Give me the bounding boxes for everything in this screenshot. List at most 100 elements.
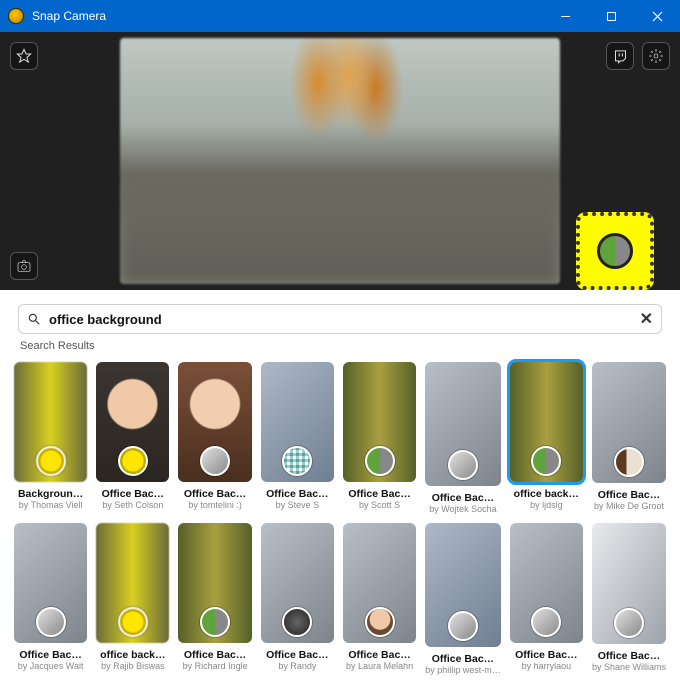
app-icon [8, 8, 24, 24]
lens-title: Office Bac… [592, 489, 666, 501]
lens-title: office back… [96, 649, 169, 661]
lens-title: Office Bac… [261, 488, 334, 500]
lens-card[interactable]: Office Bac…by Scott S [343, 362, 416, 514]
lens-mini-icon [365, 446, 395, 476]
search-bar: ✕ [18, 304, 662, 334]
lens-title: Office Bac… [178, 488, 251, 500]
lens-mini-icon [200, 607, 230, 637]
lens-author: by harrylaou [510, 661, 583, 671]
lens-title: Office Bac… [510, 649, 583, 661]
lens-card[interactable]: Office Bac…by Seth Colson [96, 362, 169, 514]
lens-mini-icon [282, 607, 312, 637]
lens-thumbnail[interactable] [261, 523, 334, 643]
lens-author: by Richard Ingle [178, 661, 251, 671]
twitch-icon [613, 49, 628, 64]
lens-card[interactable]: Office Bac…by Randy [261, 523, 334, 675]
lens-thumbnail[interactable] [343, 362, 416, 482]
lens-title: Office Bac… [425, 653, 501, 665]
lens-card[interactable]: Office Bac…by Wojtek Socha [425, 362, 501, 514]
window-title: Snap Camera [32, 9, 106, 23]
lens-author: by Thomas Viell [14, 500, 87, 510]
camera-icon [16, 258, 32, 274]
lens-mini-icon [614, 608, 644, 638]
lens-card[interactable]: Office Bac…by Mike De Groot [592, 362, 666, 514]
lens-mini-icon [36, 607, 66, 637]
camera-preview-area [0, 32, 680, 290]
lens-card[interactable]: Office Bac…by Steve S [261, 362, 334, 514]
twitch-button[interactable] [606, 42, 634, 70]
lens-thumbnail[interactable] [510, 362, 583, 482]
lens-title: Office Bac… [343, 488, 416, 500]
lens-author: by Seth Colson [96, 500, 169, 510]
snapcode[interactable] [576, 212, 654, 290]
lens-mini-icon [448, 611, 478, 641]
lens-title: Office Bac… [261, 649, 334, 661]
lens-card[interactable]: Office Bac…by harrylaou [510, 523, 583, 675]
lens-card[interactable]: Office Bac…by Shane Williams [592, 523, 666, 675]
lens-author: by Rajib Biswas [96, 661, 169, 671]
lens-thumbnail[interactable] [343, 523, 416, 643]
lens-title: Backgroun… [14, 488, 87, 500]
clear-search-button[interactable]: ✕ [640, 309, 653, 329]
lens-author: by phillip west-m… [425, 665, 501, 675]
snapcode-avatar [597, 233, 633, 269]
lens-thumbnail[interactable] [178, 362, 251, 482]
lens-card[interactable]: Office Bac…by Laura Melahn [343, 523, 416, 675]
lens-mini-icon [448, 450, 478, 480]
lens-card[interactable]: Backgroun…by Thomas Viell [14, 362, 87, 514]
lens-title: Office Bac… [96, 488, 169, 500]
screenshot-button[interactable] [10, 252, 38, 280]
lens-title: Office Bac… [178, 649, 251, 661]
settings-button[interactable] [642, 42, 670, 70]
lens-mini-icon [200, 446, 230, 476]
lens-author: by tomtelini :) [178, 500, 251, 510]
lens-author: by Laura Melahn [343, 661, 416, 671]
lens-mini-icon [365, 607, 395, 637]
lens-thumbnail[interactable] [425, 523, 501, 647]
window-titlebar: Snap Camera [0, 0, 680, 32]
maximize-button[interactable] [588, 0, 634, 32]
lens-author: by Steve S [261, 500, 334, 510]
lens-card[interactable]: Office Bac…by Jacques Wait [14, 523, 87, 675]
lens-thumbnail[interactable] [261, 362, 334, 482]
lens-mini-icon [614, 447, 644, 477]
lens-thumbnail[interactable] [96, 523, 169, 643]
star-icon [16, 48, 32, 64]
favorite-button[interactable] [10, 42, 38, 70]
lens-author: by ljdsig [510, 500, 583, 510]
lens-title: Office Bac… [343, 649, 416, 661]
lens-thumbnail[interactable] [425, 362, 501, 486]
lens-card[interactable]: Office Bac…by Richard Ingle [178, 523, 251, 675]
lens-author: by Shane Williams [592, 662, 666, 672]
lens-card[interactable]: office back…by ljdsig [510, 362, 583, 514]
lens-thumbnail[interactable] [592, 523, 666, 644]
lens-mini-icon [118, 446, 148, 476]
lens-thumbnail[interactable] [592, 362, 666, 483]
lens-author: by Randy [261, 661, 334, 671]
lens-thumbnail[interactable] [14, 362, 87, 482]
lens-thumbnail[interactable] [178, 523, 251, 643]
lens-author: by Jacques Wait [14, 661, 87, 671]
lens-title: Office Bac… [425, 492, 501, 504]
camera-preview [120, 38, 560, 284]
search-input[interactable] [49, 312, 632, 327]
lens-mini-icon [118, 607, 148, 637]
lens-thumbnail[interactable] [510, 523, 583, 643]
lens-results: Backgroun…by Thomas ViellOffice Bac…by S… [0, 356, 680, 700]
lens-thumbnail[interactable] [14, 523, 87, 643]
search-icon [27, 312, 41, 326]
lens-author: by Scott S [343, 500, 416, 510]
lens-card[interactable]: office back…by Rajib Biswas [96, 523, 169, 675]
lens-title: office back… [510, 488, 583, 500]
lens-card[interactable]: Office Bac…by phillip west-m… [425, 523, 501, 675]
lens-title: Office Bac… [14, 649, 87, 661]
lens-mini-icon [282, 446, 312, 476]
lens-thumbnail[interactable] [96, 362, 169, 482]
lens-author: by Mike De Groot [592, 501, 666, 511]
lens-card[interactable]: Office Bac…by tomtelini :) [178, 362, 251, 514]
close-button[interactable] [634, 0, 680, 32]
lens-mini-icon [36, 446, 66, 476]
lens-title: Office Bac… [592, 650, 666, 662]
minimize-button[interactable] [542, 0, 588, 32]
search-section: ✕ Search Results [0, 290, 680, 356]
